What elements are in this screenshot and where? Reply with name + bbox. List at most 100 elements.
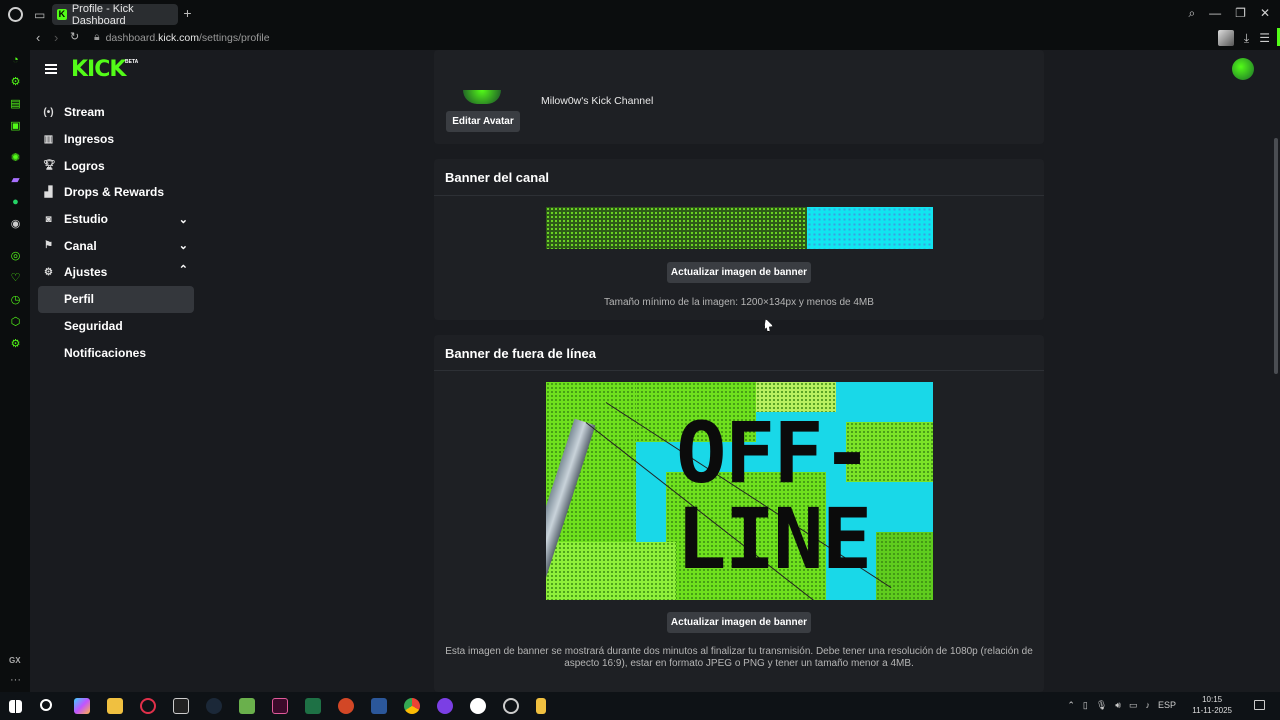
minecraft-launcher-icon[interactable] <box>239 698 255 714</box>
copilot-icon[interactable] <box>74 698 90 714</box>
banner-cyan-pattern <box>807 207 933 249</box>
forward-icon[interactable]: › <box>54 30 58 45</box>
network-icon[interactable]: ▭ <box>1129 700 1138 711</box>
download-icon[interactable]: ⤓ <box>1244 31 1249 46</box>
microphone-icon[interactable]: 🎙︎ <box>1096 700 1107 711</box>
discord-taskbar-icon[interactable] <box>437 698 453 714</box>
search-icon[interactable] <box>40 699 52 711</box>
gx-corner-icon[interactable]: ⚙ <box>9 76 22 89</box>
address-bar-actions: ⤓ ☰ <box>1217 30 1270 46</box>
nav-item-label: Logros <box>64 158 105 173</box>
url-path: /settings/profile <box>198 31 270 44</box>
divider <box>434 195 1044 196</box>
reload-icon[interactable]: ↻ <box>70 30 79 43</box>
opera-sidebar: ◔ ⚙ ▤ ▣ ✺ ▰ ● ◉ ◎ ♡ ◷ ⬡ ⚙ GX ··· <box>0 50 30 692</box>
page-scrollbar[interactable] <box>1274 138 1278 374</box>
lock-icon: 🔒︎ <box>94 31 100 43</box>
profile-avatar[interactable] <box>1217 30 1234 46</box>
sidebar-more-icon[interactable]: ··· <box>10 674 21 686</box>
nav-item-label: Ingresos <box>64 132 115 147</box>
chrome-icon[interactable] <box>404 698 420 714</box>
extensions-icon[interactable]: ⬡ <box>9 316 22 329</box>
epic-games-icon[interactable] <box>173 698 189 714</box>
image-pattern-block <box>876 532 933 600</box>
discord-icon[interactable]: ◉ <box>9 218 22 231</box>
banner-size-note: Tamaño mínimo de la imagen: 1200×134px y… <box>604 297 874 308</box>
gx-cleaner-icon[interactable]: ▤ <box>9 98 22 111</box>
nav-item-label: Stream <box>64 105 105 120</box>
powerpoint-icon[interactable] <box>338 698 354 714</box>
word-icon[interactable] <box>371 698 387 714</box>
new-tab-button[interactable]: + <box>181 6 194 21</box>
image-pattern-block <box>546 542 676 600</box>
notification-icon[interactable] <box>1254 700 1265 710</box>
chevron-down-icon: ⌄ <box>178 213 188 226</box>
gear-icon: ⚙ <box>44 267 53 279</box>
app-taskbar-icon[interactable] <box>470 698 486 714</box>
opera-gx-logo-icon[interactable] <box>8 7 23 22</box>
clock[interactable]: 10:15 11-11-2025 <box>1192 694 1232 716</box>
nav-sub-perfil[interactable]: Perfil <box>38 285 194 313</box>
gx-tab-icon[interactable]: ▣ <box>9 120 22 133</box>
windows-taskbar: ⌃ ▯ 🎙︎ 🔊︎ ▭ ♪ ESP 10:15 11-11-2025 <box>0 692 1280 720</box>
vegas-icon[interactable] <box>272 698 288 714</box>
back-icon[interactable]: ‹ <box>36 30 40 45</box>
offline-banner-title: Banner de fuera de línea <box>445 346 596 361</box>
notes-app-icon[interactable] <box>536 698 546 714</box>
windows-start-icon[interactable] <box>9 700 22 713</box>
restore-icon[interactable]: ❐ <box>1235 6 1246 21</box>
nav-sub-notificaciones[interactable]: Notificaciones <box>38 339 194 366</box>
workspaces-icon[interactable]: ▭ <box>34 8 45 22</box>
offline-text-line-2: LINE <box>676 490 872 588</box>
edit-avatar-button[interactable]: Editar Avatar <box>446 111 520 132</box>
opera-gx-taskbar-icon[interactable] <box>140 698 156 714</box>
hamburger-menu-icon[interactable] <box>45 64 57 74</box>
url-field[interactable]: 🔒︎ dashboard.kick.com/settings/profile <box>94 31 270 44</box>
file-explorer-icon[interactable] <box>107 698 123 714</box>
nav-item-ajustes[interactable]: ⚙ Ajustes ⌃ <box>38 259 194 286</box>
settings-gear-icon[interactable]: ⚙ <box>9 338 22 351</box>
banner-green-pattern <box>546 207 807 249</box>
trophy-icon: 🏆︎ <box>43 160 56 172</box>
tray-chevron-up-icon[interactable]: ⌃ <box>1067 700 1075 711</box>
browser-tab-active[interactable]: K Profile - Kick Dashboard <box>52 3 178 27</box>
volume-icon[interactable]: 🔊︎ <box>1115 700 1121 711</box>
music-player-icon[interactable]: ◎ <box>9 250 22 263</box>
nav-sub-seguridad[interactable]: Seguridad <box>38 313 194 340</box>
nav-item-logros[interactable]: 🏆︎ Logros <box>38 152 194 179</box>
user-avatar[interactable] <box>1232 58 1254 80</box>
update-banner-button[interactable]: Actualizar imagen de banner <box>667 262 811 283</box>
history-clock-icon[interactable]: ◷ <box>9 294 22 307</box>
gx-label: GX <box>9 656 21 665</box>
update-offline-banner-button[interactable]: Actualizar imagen de banner <box>667 612 811 633</box>
channel-banner-title: Banner del canal <box>445 170 550 185</box>
twitch-icon[interactable]: ▰ <box>9 174 22 187</box>
excel-icon[interactable] <box>305 698 321 714</box>
keyboard-language[interactable]: ESP <box>1158 700 1176 711</box>
nav-item-stream[interactable]: (•) Stream <box>38 99 194 126</box>
menu-icon[interactable]: ☰ <box>1259 31 1270 45</box>
nav-item-label: Ajustes <box>64 265 108 280</box>
kick-logo[interactable]: KICK <box>71 57 126 82</box>
nav-item-ingresos[interactable]: ▥ Ingresos <box>38 126 194 153</box>
divider <box>434 370 1044 371</box>
whatsapp-icon[interactable]: ● <box>9 196 22 209</box>
browser-tab-bar: ▭ K Profile - Kick Dashboard + ⌕ — ❐ ✕ <box>0 0 1280 28</box>
nav-item-label: Canal <box>64 238 97 253</box>
gx-control-icon[interactable]: ◔ <box>9 54 22 67</box>
favorites-heart-icon[interactable]: ♡ <box>9 272 22 285</box>
tray-device-icon[interactable]: ▯ <box>1083 700 1088 711</box>
chatgpt-icon[interactable]: ✺ <box>9 152 22 165</box>
offline-image-text: OFF- LINE <box>676 410 872 588</box>
obs-icon[interactable] <box>503 698 519 714</box>
nav-item-estudio[interactable]: ◙ Estudio ⌄ <box>38 206 194 233</box>
nav-item-drops[interactable]: ▟ Drops & Rewards <box>38 179 194 206</box>
close-icon[interactable]: ✕ <box>1260 6 1270 21</box>
steam-icon[interactable] <box>206 698 222 714</box>
search-tabs-icon[interactable]: ⌕ <box>1188 6 1195 21</box>
minimize-icon[interactable]: — <box>1209 6 1221 21</box>
nav-item-canal[interactable]: ⚑ Canal ⌄ <box>38 232 194 259</box>
url-host: kick.com <box>158 31 199 44</box>
speaker-icon[interactable]: ♪ <box>1145 700 1150 711</box>
beta-badge: BETA <box>125 59 139 65</box>
